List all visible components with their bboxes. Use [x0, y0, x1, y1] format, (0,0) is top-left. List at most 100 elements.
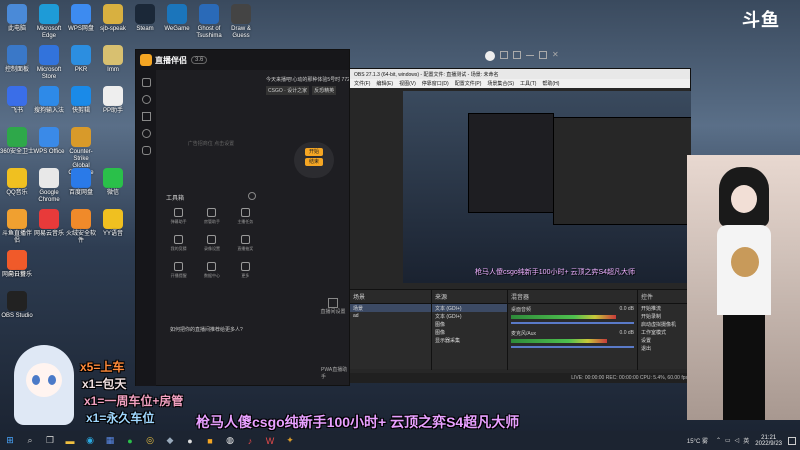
task-view-icon[interactable]: ❐ [41, 433, 59, 448]
control-button[interactable]: 开始录制 [638, 312, 692, 320]
tool-item[interactable]: 弹幕助手 [162, 208, 195, 225]
minimize-icon[interactable] [526, 55, 534, 56]
obs-menu-item[interactable]: 编辑(E) [376, 80, 393, 87]
tool-item[interactable]: 开播提醒 [162, 262, 195, 279]
douyu-companion-icon[interactable]: ■ [201, 433, 219, 448]
desktop-icon[interactable]: PKR [64, 45, 98, 74]
desktop-icon[interactable]: WPS网盘 [64, 4, 98, 33]
wps-icon[interactable]: W [261, 433, 279, 448]
obs-menu-item[interactable]: 文件(F) [354, 80, 370, 87]
tool-item[interactable]: 直播抽奖 [229, 235, 262, 252]
tool-item[interactable]: 数据中心 [195, 262, 228, 279]
desktop-icon[interactable]: OBS Studio [0, 291, 34, 320]
control-button[interactable]: 工作室模式 [638, 328, 692, 336]
desktop-icon[interactable]: PP助手 [96, 86, 130, 115]
room-settings[interactable]: 直播间设置 [318, 298, 348, 315]
desktop-icon[interactable]: 360安全卫士 [0, 127, 34, 156]
source-item[interactable]: 文本 (GDI+) [432, 312, 507, 320]
source-item[interactable]: 显示器采集 [432, 336, 507, 344]
tool-item[interactable]: 房管助手 [195, 208, 228, 225]
desktop-icon[interactable]: Draw & Guess [224, 4, 258, 40]
source-item[interactable]: 文本 (GDI+) [432, 304, 507, 312]
tray-arrow-icon[interactable]: ⌃ [716, 437, 721, 444]
desktop-icon[interactable]: YY语音 [96, 209, 130, 238]
control-button[interactable]: 开始推流 [638, 304, 692, 312]
desktop-icon[interactable]: Ghost of Tsushima [192, 4, 226, 40]
obs-menu-item[interactable]: 场景集合(S) [487, 80, 514, 87]
skin-icon[interactable] [500, 51, 508, 59]
csgo-icon[interactable]: ✦ [281, 433, 299, 448]
desktop-icon[interactable]: QQ音乐 [0, 168, 34, 197]
nav-settings-icon[interactable] [141, 146, 151, 155]
desktop-icon[interactable]: 火绒安全软件 [64, 209, 98, 245]
steam-icon[interactable]: ◆ [161, 433, 179, 448]
obs-titlebar[interactable]: OBS 27.1.3 (64-bit, windows) - 配置文件: 直播测… [350, 69, 690, 79]
wechat-icon[interactable]: ● [121, 433, 139, 448]
desktop-icon[interactable]: 搜狗输入法 [32, 86, 66, 115]
tool-item[interactable]: 我的竞猜 [162, 235, 195, 252]
desktop-icon[interactable]: 微信 [96, 168, 130, 197]
notification-icon[interactable] [788, 436, 796, 445]
desktop-icon[interactable]: Microsoft Edge [32, 4, 66, 40]
desktop-icon[interactable]: Imm [96, 45, 130, 74]
desktop-icon[interactable]: 控制面板 [0, 45, 34, 74]
obs-menu-item[interactable]: 停靠窗口(D) [422, 80, 449, 87]
desktop-icon[interactable]: 百度网盘 [64, 168, 98, 197]
scene-item[interactable]: ad [350, 312, 431, 320]
control-button[interactable]: 设置 [638, 336, 692, 344]
obs-menu-item[interactable]: 配置文件(P) [455, 80, 482, 87]
control-button[interactable]: 退出 [638, 344, 692, 352]
network-icon[interactable]: ▭ [725, 437, 731, 444]
weather-widget[interactable]: 15°C 雾 [687, 436, 708, 445]
source-item[interactable]: 图像 [432, 320, 507, 328]
obs-icon[interactable]: ◍ [221, 433, 239, 448]
desktop-icon[interactable]: WPS Office [32, 127, 66, 156]
ime-indicator[interactable]: 英 [743, 436, 749, 445]
game-tag-2[interactable]: 反恐精英 [312, 86, 337, 95]
control-button[interactable]: 启动虚拟摄像机 [638, 320, 692, 328]
clock[interactable]: 21:21 2022/9/23 [755, 435, 782, 447]
obs-menu-item[interactable]: 视图(V) [399, 80, 416, 87]
close-icon[interactable]: ✕ [552, 51, 559, 61]
desktop-icon[interactable]: sjb-speak [96, 4, 130, 33]
stop-button[interactable]: 结束 [305, 158, 323, 166]
nav-fans-icon[interactable] [141, 129, 151, 138]
desktop-icon[interactable]: Microsoft Store [32, 45, 66, 81]
companion-placeholder[interactable]: 广告招商位 点击设置 [166, 140, 256, 147]
scene-item[interactable]: 场景 [350, 304, 431, 312]
desktop-icon[interactable]: 向日葵 [0, 250, 34, 279]
search-icon[interactable]: ⌕ [21, 433, 39, 448]
menu-icon[interactable] [513, 51, 521, 59]
desktop-icon[interactable]: 快剪辑 [64, 86, 98, 115]
music-icon[interactable]: ♪ [241, 433, 259, 448]
desktop-icon[interactable]: 斗鱼直播伴侣 [0, 209, 34, 245]
edge-icon[interactable]: ◉ [81, 433, 99, 448]
source-item[interactable]: 图像 [432, 328, 507, 336]
desktop-icon[interactable]: WeGame [160, 4, 194, 33]
desktop-icon[interactable]: Google Chrome [32, 168, 66, 204]
obs-menu-item[interactable]: 工具(T) [520, 80, 536, 87]
volume-slider[interactable] [511, 346, 634, 348]
tool-item[interactable]: 更多 [229, 262, 262, 279]
nav-data-icon[interactable] [141, 112, 151, 121]
store-icon[interactable]: ▦ [101, 433, 119, 448]
desktop-icon[interactable]: Steam [128, 4, 162, 33]
qq-icon[interactable]: ● [181, 433, 199, 448]
start-button[interactable]: 开始 [305, 148, 323, 156]
obs-menu-item[interactable]: 帮助(H) [542, 80, 559, 87]
volume-slider[interactable] [511, 322, 634, 324]
companion-titlebar[interactable]: 直播伴侣 3.6 [136, 50, 349, 70]
nav-live-icon[interactable] [141, 95, 151, 104]
tool-item[interactable]: 录像设置 [195, 235, 228, 252]
toolbox-close-icon[interactable] [248, 192, 256, 200]
tool-item[interactable]: 主播任务 [229, 208, 262, 225]
chrome-icon[interactable]: ◎ [141, 433, 159, 448]
avatar[interactable] [485, 51, 495, 61]
volume-icon[interactable]: ◁ [735, 437, 740, 444]
game-tag[interactable]: CSGO · 设计之家 [266, 86, 310, 95]
desktop-icon[interactable]: 网易云音乐 [32, 209, 66, 238]
start-icon[interactable]: ⊞ [1, 433, 19, 448]
explorer-icon[interactable]: ▬ [61, 433, 79, 448]
desktop-icon[interactable]: 此电脑 [0, 4, 34, 33]
maximize-icon[interactable] [539, 51, 547, 59]
